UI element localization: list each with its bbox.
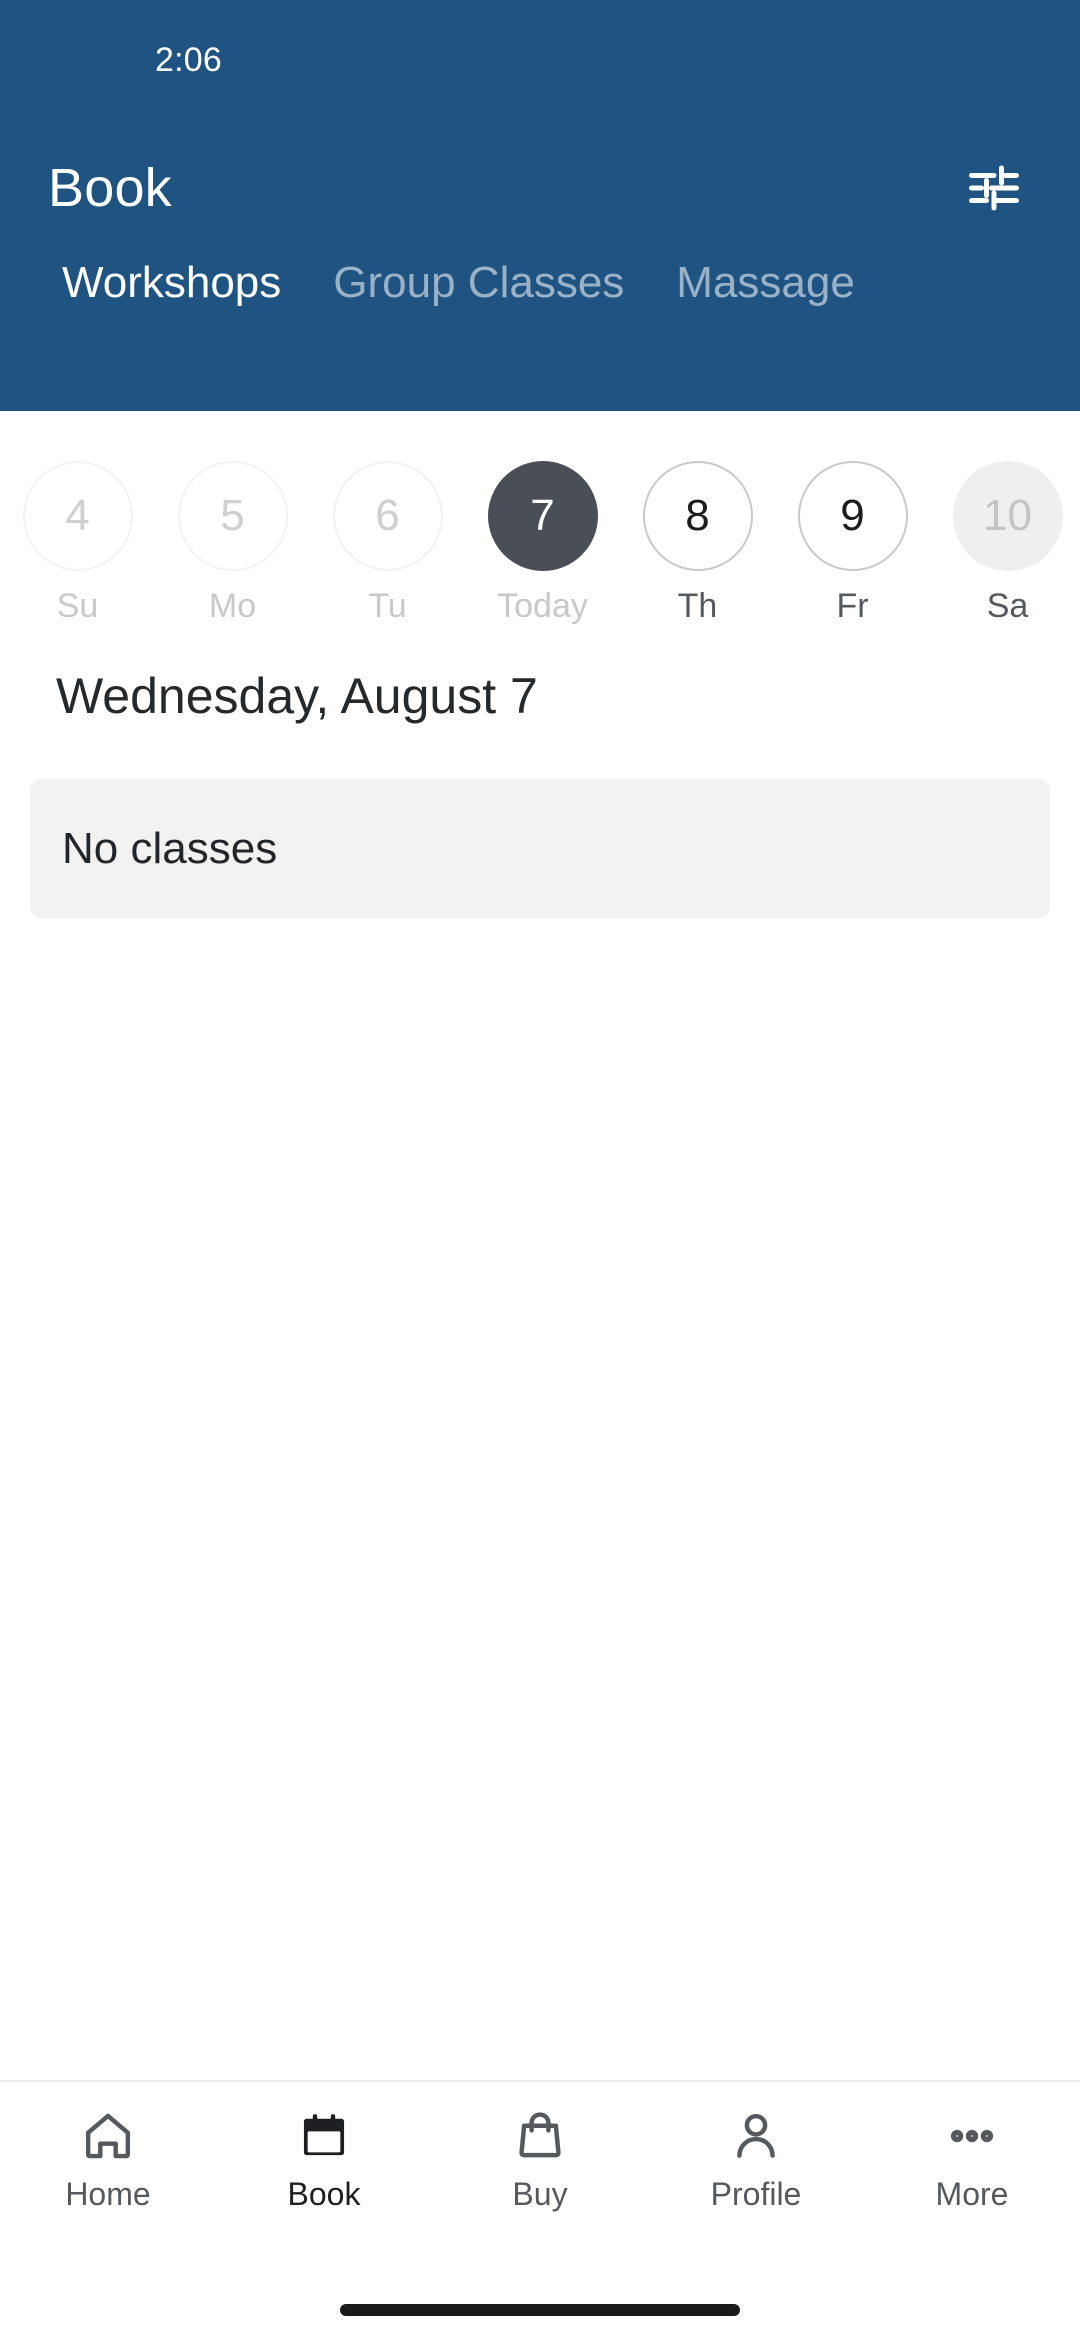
calendar-icon bbox=[296, 2108, 352, 2164]
nav-item-profile[interactable]: Profile bbox=[648, 2108, 864, 2210]
nav-label-more: More bbox=[935, 2176, 1009, 2212]
nav-label-home: Home bbox=[65, 2176, 151, 2212]
nav-label-profile: Profile bbox=[710, 2176, 802, 2212]
no-classes-text: No classes bbox=[62, 824, 278, 873]
date-circle-6: 6 bbox=[332, 461, 443, 571]
tab-massage[interactable]: Massage bbox=[650, 255, 881, 305]
nav-item-book[interactable]: Book bbox=[216, 2108, 432, 2210]
nav-item-more[interactable]: More bbox=[864, 2108, 1080, 2210]
date-label-9: Fr bbox=[836, 587, 869, 625]
date-circle-10: 10 bbox=[952, 461, 1063, 571]
gesture-nav-area bbox=[0, 2280, 1080, 2340]
date-label-today: Today bbox=[497, 587, 588, 625]
app-bar-main-row: Book bbox=[0, 120, 1080, 255]
date-label-8: Th bbox=[677, 587, 718, 625]
date-label-10: Sa bbox=[986, 587, 1029, 625]
date-cell-7-today[interactable]: 7 Today bbox=[465, 461, 620, 623]
nav-label-buy: Buy bbox=[512, 2176, 568, 2212]
tab-workshops-label: Workshops bbox=[62, 258, 282, 307]
tune-sliders-icon[interactable] bbox=[964, 158, 1024, 218]
shopping-bag-icon bbox=[512, 2108, 568, 2164]
date-circle-9: 9 bbox=[797, 461, 908, 571]
home-gesture-bar[interactable] bbox=[340, 2304, 740, 2316]
page-title: Book bbox=[48, 157, 172, 218]
date-selector-strip[interactable]: 4 Su 5 Mo 6 Tu 7 Today 8 Th 9 Fr 10 Sa bbox=[0, 411, 1080, 623]
home-icon bbox=[80, 2108, 136, 2164]
tab-bar: Workshops Group Classes Massage bbox=[0, 255, 1080, 375]
tab-group-classes[interactable]: Group Classes bbox=[307, 255, 650, 305]
status-bar-clock: 2:06 bbox=[155, 41, 222, 79]
main-content: 4 Su 5 Mo 6 Tu 7 Today 8 Th 9 Fr 10 Sa W… bbox=[0, 411, 1080, 2080]
tab-massage-label: Massage bbox=[676, 258, 855, 307]
app-screen: 2:06 Book Workshops Group Classes Massag… bbox=[0, 0, 1080, 2340]
app-header: 2:06 Book Workshops Group Classes Massag… bbox=[0, 0, 1080, 411]
date-circle-8: 8 bbox=[642, 461, 753, 571]
tab-workshops[interactable]: Workshops bbox=[36, 255, 307, 305]
nav-item-buy[interactable]: Buy bbox=[432, 2108, 648, 2210]
date-cell-6: 6 Tu bbox=[310, 461, 465, 623]
date-cell-5: 5 Mo bbox=[155, 461, 310, 623]
status-bar: 2:06 bbox=[0, 0, 1080, 120]
date-circle-5: 5 bbox=[177, 461, 288, 571]
tab-group-classes-label: Group Classes bbox=[333, 258, 625, 307]
date-cell-10[interactable]: 10 Sa bbox=[930, 461, 1080, 623]
selected-day-heading: Wednesday, August 7 bbox=[56, 668, 538, 724]
date-cell-8[interactable]: 8 Th bbox=[620, 461, 775, 623]
date-circle-7: 7 bbox=[487, 461, 598, 571]
date-cell-9[interactable]: 9 Fr bbox=[775, 461, 930, 623]
date-label-6: Tu bbox=[368, 587, 407, 625]
person-icon bbox=[728, 2108, 784, 2164]
date-label-4: Su bbox=[56, 587, 99, 625]
bottom-navigation-bar: Home Book Buy Profile More bbox=[0, 2080, 1080, 2280]
more-dots-icon bbox=[944, 2108, 1000, 2164]
nav-item-home[interactable]: Home bbox=[0, 2108, 216, 2210]
date-circle-4: 4 bbox=[22, 461, 133, 571]
date-cell-4: 4 Su bbox=[0, 461, 155, 623]
nav-label-book: Book bbox=[287, 2176, 361, 2212]
date-label-5: Mo bbox=[208, 587, 257, 625]
no-classes-card: No classes bbox=[30, 779, 1050, 919]
